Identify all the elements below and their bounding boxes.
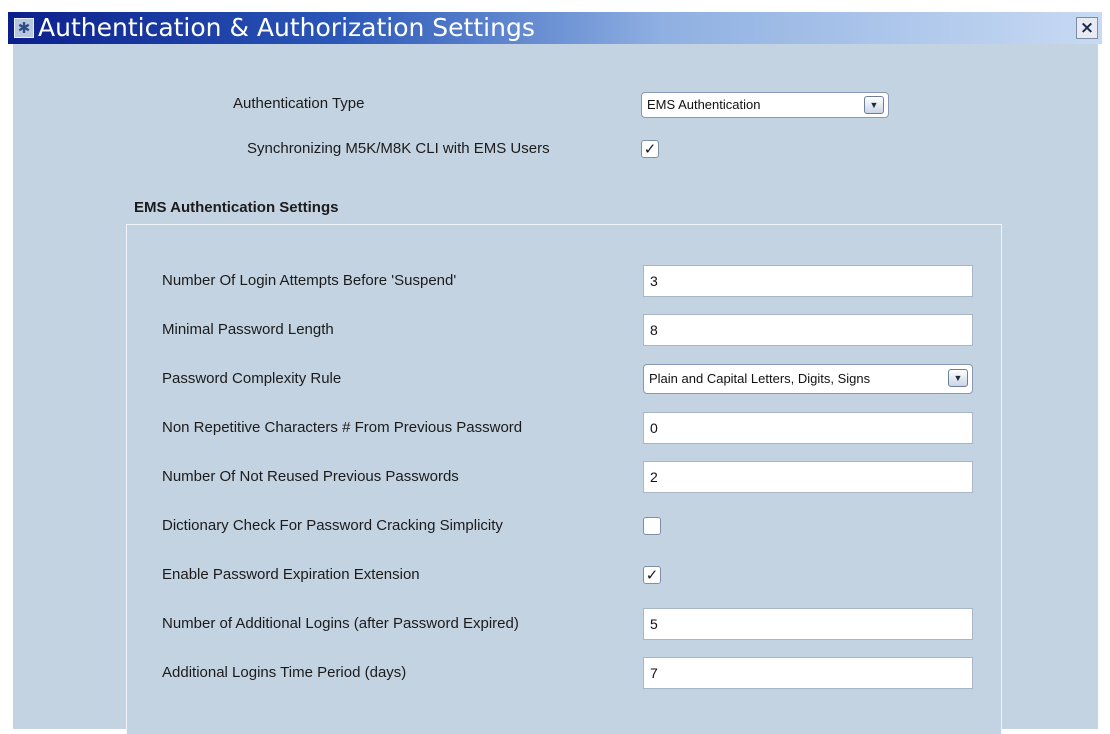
window-right-border [1098,44,1102,729]
window-title: Authentication & Authorization Settings [38,13,535,42]
non-repetitive-chars-label: Non Repetitive Characters # From Previou… [162,419,523,436]
min-password-length-label: Minimal Password Length [162,321,334,338]
complexity-rule-value: Plain and Capital Letters, Digits, Signs [649,371,871,386]
complexity-rule-select[interactable]: Plain and Capital Letters, Digits, Signs… [643,364,973,394]
auth-type-select[interactable]: EMS Authentication ▼ [641,92,889,118]
auth-type-label: Authentication Type [233,95,365,112]
auth-type-value: EMS Authentication [647,97,761,112]
expiration-extension-label: Enable Password Expiration Extension [162,566,420,583]
sync-checkbox[interactable]: ✓ [641,140,659,158]
chevron-down-icon[interactable]: ▼ [864,96,884,114]
login-attempts-input[interactable]: 3 [643,265,973,297]
not-reused-passwords-input[interactable]: 2 [643,461,973,493]
login-attempts-label: Number Of Login Attempts Before 'Suspend… [162,272,457,289]
additional-logins-input[interactable]: 5 [643,608,973,640]
close-button[interactable]: × [1076,17,1098,39]
expiration-extension-checkbox[interactable]: ✓ [643,566,661,584]
non-repetitive-chars-input[interactable]: 0 [643,412,973,444]
ems-settings-panel: Number Of Login Attempts Before 'Suspend… [126,224,1002,734]
min-password-length-input[interactable]: 8 [643,314,973,346]
group-title: EMS Authentication Settings [134,199,339,216]
sync-label: Synchronizing M5K/M8K CLI with EMS Users [247,140,550,157]
dictionary-check-checkbox[interactable] [643,517,661,535]
additional-logins-period-input[interactable]: 7 [643,657,973,689]
chevron-down-icon[interactable]: ▼ [948,369,968,387]
additional-logins-label: Number of Additional Logins (after Passw… [162,615,519,632]
check-icon: ✓ [645,566,659,584]
check-icon: ✓ [643,140,657,158]
settings-dialog: ✱ Authentication & Authorization Setting… [0,0,1110,734]
not-reused-passwords-label: Number Of Not Reused Previous Passwords [162,468,459,485]
settings-app-icon: ✱ [14,18,34,38]
additional-logins-period-label: Additional Logins Time Period (days) [162,664,407,681]
dictionary-check-label: Dictionary Check For Password Cracking S… [162,517,503,534]
dialog-content: Authentication Type EMS Authentication ▼… [13,44,1098,734]
complexity-rule-label: Password Complexity Rule [162,370,342,387]
title-bar[interactable]: ✱ Authentication & Authorization Setting… [8,12,1102,44]
